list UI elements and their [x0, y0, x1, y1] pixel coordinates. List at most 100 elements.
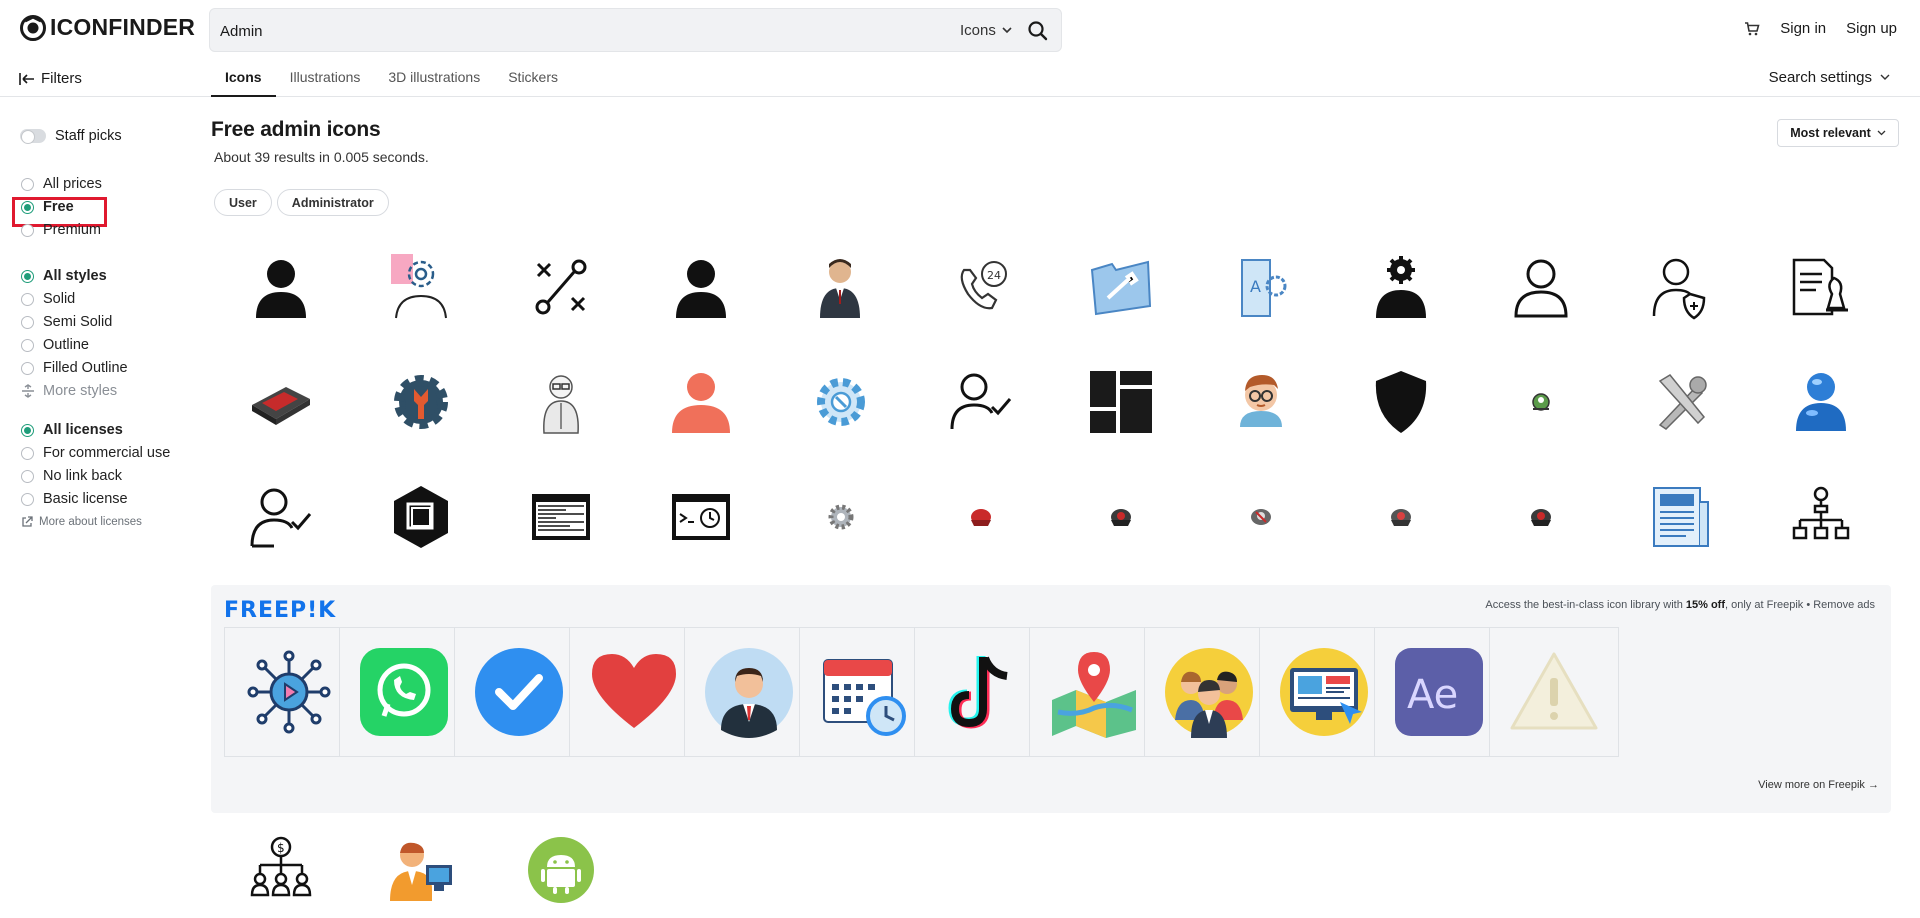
sort-dropdown[interactable]: Most relevant: [1777, 119, 1899, 147]
icon-result[interactable]: [491, 232, 631, 342]
icon-result[interactable]: [1471, 232, 1611, 342]
more-styles-link[interactable]: More styles: [21, 383, 117, 399]
freepik-tile[interactable]: [1489, 627, 1619, 757]
toggle-switch[interactable]: [20, 129, 46, 144]
search-settings-dropdown[interactable]: Search settings: [1769, 69, 1890, 86]
icon-result[interactable]: [911, 462, 1051, 572]
radio-button-selected[interactable]: [21, 423, 34, 437]
dashboard-blocks-icon: [1090, 371, 1152, 433]
freepik-tile[interactable]: [569, 627, 699, 757]
icon-result[interactable]: [211, 347, 351, 457]
radio-button[interactable]: [21, 469, 34, 483]
green-user-small-icon: [1532, 393, 1550, 411]
radio-button[interactable]: [21, 446, 34, 460]
icon-result[interactable]: [491, 462, 631, 572]
icon-result[interactable]: [1191, 462, 1331, 572]
freepik-promo-text[interactable]: Access the best-in-class icon library wi…: [1485, 599, 1875, 611]
freepik-tile[interactable]: [454, 627, 584, 757]
license-basic-option[interactable]: Basic license: [21, 491, 128, 507]
radio-button[interactable]: [21, 361, 34, 375]
icon-result[interactable]: [631, 347, 771, 457]
icon-result[interactable]: [771, 462, 911, 572]
icon-result[interactable]: [491, 820, 631, 918]
freepik-tile[interactable]: [339, 627, 469, 757]
icon-result[interactable]: 24: [911, 232, 1051, 342]
license-commercial-option[interactable]: For commercial use: [21, 445, 170, 461]
radio-button[interactable]: [21, 315, 34, 329]
freepik-tile[interactable]: Ae: [1374, 627, 1504, 757]
radio-button[interactable]: [21, 177, 34, 191]
radio-button[interactable]: [21, 492, 34, 506]
sign-up-link[interactable]: Sign up: [1846, 20, 1897, 37]
style-filled-outline-option[interactable]: Filled Outline: [21, 360, 128, 376]
radio-button[interactable]: [21, 338, 34, 352]
icon-result[interactable]: [1751, 462, 1891, 572]
icon-result[interactable]: [1051, 347, 1191, 457]
freepik-tile[interactable]: [1259, 627, 1389, 757]
radio-button-selected[interactable]: [21, 269, 34, 283]
logo[interactable]: ICONFINDER: [20, 14, 195, 41]
icon-result[interactable]: [771, 347, 911, 457]
license-no-link-back-option[interactable]: No link back: [21, 468, 122, 484]
icon-result[interactable]: [351, 462, 491, 572]
icon-result[interactable]: [1751, 347, 1891, 457]
freepik-logo[interactable]: FREEP!K: [224, 598, 336, 623]
icon-result[interactable]: [1611, 347, 1751, 457]
staff-picks-toggle[interactable]: Staff picks: [20, 128, 122, 144]
sign-in-link[interactable]: Sign in: [1780, 20, 1826, 37]
license-all-option[interactable]: All licenses: [21, 422, 123, 438]
style-outline-option[interactable]: Outline: [21, 337, 89, 353]
style-solid-option[interactable]: Solid: [21, 291, 75, 307]
icon-result[interactable]: A: [1191, 232, 1331, 342]
cart-icon[interactable]: [1744, 21, 1760, 37]
view-more-freepik-link[interactable]: View more on Freepik →: [1758, 779, 1879, 791]
freepik-tile[interactable]: [1029, 627, 1159, 757]
icon-result[interactable]: [1331, 347, 1471, 457]
icon-result[interactable]: [1331, 232, 1471, 342]
icon-result[interactable]: [1471, 347, 1611, 457]
icon-result[interactable]: [1471, 462, 1611, 572]
price-premium-option[interactable]: Premium: [21, 222, 101, 238]
freepik-tile[interactable]: [914, 627, 1044, 757]
icon-result[interactable]: [351, 820, 491, 918]
businessman-icon: [820, 259, 860, 318]
icon-result[interactable]: [1331, 462, 1471, 572]
radio-button[interactable]: [21, 292, 34, 306]
icon-result[interactable]: [1611, 232, 1751, 342]
tab-stickers[interactable]: Stickers: [494, 60, 572, 97]
tab-illustrations[interactable]: Illustrations: [276, 60, 375, 97]
icon-result[interactable]: [1051, 232, 1191, 342]
filters-toggle-button[interactable]: Filters: [19, 70, 82, 87]
tag-chip[interactable]: User: [214, 189, 272, 216]
icon-result[interactable]: [351, 347, 491, 457]
icon-result[interactable]: [631, 232, 771, 342]
more-about-licenses-link[interactable]: More about licenses: [21, 516, 142, 528]
radio-button[interactable]: [21, 223, 34, 237]
icon-result[interactable]: [1191, 347, 1331, 457]
search-button[interactable]: [1025, 18, 1051, 44]
icon-result[interactable]: [1751, 232, 1891, 342]
search-type-dropdown[interactable]: Icons: [960, 22, 1012, 39]
icon-result[interactable]: [351, 232, 491, 342]
icon-result[interactable]: $: [211, 820, 351, 918]
freepik-tile[interactable]: [799, 627, 929, 757]
warning-icon: [1510, 652, 1598, 730]
icon-result[interactable]: [911, 347, 1051, 457]
style-semi-solid-option[interactable]: Semi Solid: [21, 314, 112, 330]
freepik-tile[interactable]: [684, 627, 814, 757]
search-input[interactable]: [220, 19, 900, 43]
icon-result[interactable]: [211, 462, 351, 572]
icon-result[interactable]: [1611, 462, 1751, 572]
freepik-tile[interactable]: [224, 627, 354, 757]
icon-result[interactable]: [1051, 462, 1191, 572]
tab-3d-illustrations[interactable]: 3D illustrations: [374, 60, 494, 97]
icon-result[interactable]: [631, 462, 771, 572]
freepik-tile[interactable]: [1144, 627, 1274, 757]
style-all-option[interactable]: All styles: [21, 268, 107, 284]
icon-result[interactable]: [211, 232, 351, 342]
tag-chip[interactable]: Administrator: [276, 189, 389, 216]
price-all-option[interactable]: All prices: [21, 176, 102, 192]
tab-icons[interactable]: Icons: [211, 60, 276, 97]
icon-result[interactable]: [771, 232, 911, 342]
icon-result[interactable]: [491, 347, 631, 457]
